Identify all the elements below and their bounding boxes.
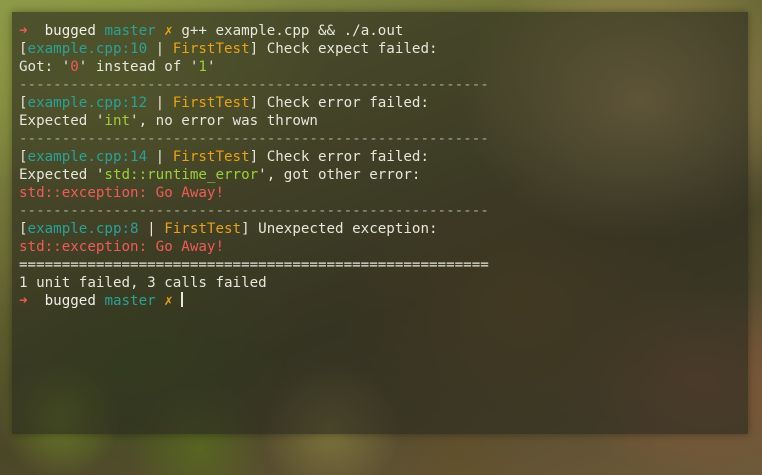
- expected-type: int: [104, 113, 131, 129]
- failure-header: [example.cpp:8 | FirstTest] Unexpected e…: [19, 220, 748, 238]
- detail-text: ', no error was thrown: [130, 113, 318, 129]
- text-cursor[interactable]: [181, 292, 183, 307]
- prompt-directory: bugged: [44, 293, 96, 309]
- prompt-line: ➜ bugged master ✗ g++ example.cpp && ./a…: [19, 22, 748, 40]
- bracket-close: ]: [249, 41, 259, 57]
- git-dirty-icon: ✗: [164, 293, 173, 309]
- pipe-separator: |: [138, 221, 165, 237]
- summary-line: 1 unit failed, 3 calls failed: [19, 275, 267, 291]
- failure-header: [example.cpp:12 | FirstTest] Check error…: [19, 94, 748, 112]
- desktop: { "prompt": { "arrow": "➜", "directory":…: [0, 0, 762, 475]
- detail-text: ': [206, 59, 216, 75]
- test-name: FirstTest: [172, 95, 250, 111]
- test-name: FirstTest: [164, 221, 242, 237]
- detail-text: Expected ': [19, 113, 105, 129]
- file-location: example.cpp:10: [27, 41, 148, 57]
- failure-detail: Expected 'int', no error was thrown: [19, 112, 748, 130]
- git-branch: master: [104, 293, 156, 309]
- expected-type: std::runtime_error: [104, 167, 259, 183]
- separator-dash: ----------------------------------------…: [19, 131, 489, 147]
- failure-message: Check expect failed:: [258, 41, 438, 57]
- bracket-close: ]: [249, 149, 259, 165]
- bracket-close: ]: [249, 95, 259, 111]
- prompt-directory: bugged: [44, 23, 96, 39]
- bracket-open: [: [19, 221, 28, 237]
- detail-text: ' instead of ': [78, 59, 199, 75]
- current-prompt-line[interactable]: ➜ bugged master ✗: [19, 292, 748, 310]
- exception-message: std::exception: Go Away!: [19, 185, 224, 201]
- test-name: FirstTest: [172, 149, 250, 165]
- separator-equals: ========================================…: [19, 257, 489, 273]
- failure-message: Check error failed:: [258, 149, 430, 165]
- test-name: FirstTest: [172, 41, 250, 57]
- bracket-open: [: [19, 41, 28, 57]
- failure-message: Check error failed:: [258, 95, 430, 111]
- bracket-open: [: [19, 149, 28, 165]
- bracket-close: ]: [241, 221, 250, 237]
- pipe-separator: |: [147, 149, 173, 165]
- failure-detail: Expected 'std::runtime_error', got other…: [19, 166, 748, 184]
- file-location: example.cpp:12: [27, 95, 148, 111]
- git-dirty-icon: ✗: [164, 23, 173, 39]
- separator-dash: ----------------------------------------…: [19, 77, 489, 93]
- pipe-separator: |: [147, 41, 173, 57]
- detail-text: ', got other error:: [258, 167, 421, 183]
- pipe-separator: |: [147, 95, 173, 111]
- failure-header: [example.cpp:14 | FirstTest] Check error…: [19, 148, 748, 166]
- failure-message: Unexpected exception:: [249, 221, 438, 237]
- failure-header: [example.cpp:10 | FirstTest] Check expec…: [19, 40, 748, 58]
- exception-message: std::exception: Go Away!: [19, 239, 224, 255]
- prompt-arrow-icon: ➜: [19, 23, 28, 39]
- got-value: 0: [70, 59, 79, 75]
- terminal-window[interactable]: ➜ bugged master ✗ g++ example.cpp && ./a…: [12, 12, 748, 434]
- detail-text: Got: ': [19, 59, 71, 75]
- file-location: example.cpp:14: [27, 149, 148, 165]
- git-branch: master: [104, 23, 156, 39]
- expected-value: 1: [198, 59, 207, 75]
- file-location: example.cpp:8: [27, 221, 139, 237]
- failure-detail: Got: '0' instead of '1': [19, 58, 748, 76]
- prompt-arrow-icon: ➜: [19, 293, 28, 309]
- separator-dash: ----------------------------------------…: [19, 203, 489, 219]
- command-text: g++ example.cpp && ./a.out: [181, 23, 404, 39]
- bracket-open: [: [19, 95, 28, 111]
- detail-text: Expected ': [19, 167, 105, 183]
